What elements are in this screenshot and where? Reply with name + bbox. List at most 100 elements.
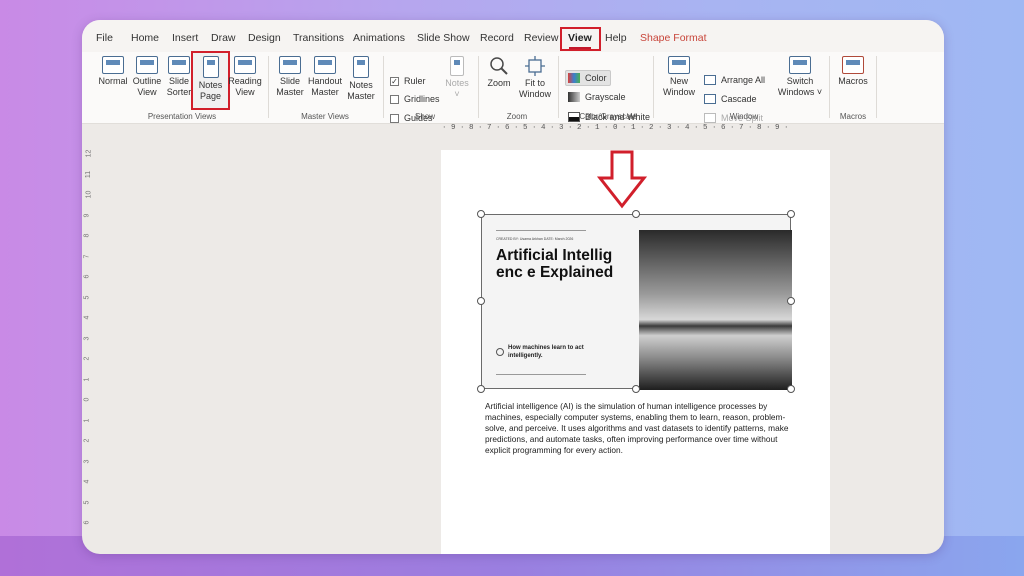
- notes-pane-label: Notes: [445, 78, 469, 88]
- tab-slide-show[interactable]: Slide Show: [417, 32, 470, 44]
- move-split-icon: [704, 113, 716, 123]
- ruler-tick-label: 3: [83, 336, 91, 340]
- ribbon-tabs: File Home Insert Draw Design Transitions…: [82, 20, 944, 52]
- separator: [383, 56, 384, 118]
- tab-file[interactable]: File: [96, 32, 113, 44]
- separator: [268, 56, 269, 118]
- new-window-icon: [668, 56, 690, 74]
- presentation-views-group-label: Presentation Views: [147, 112, 217, 121]
- color-swatch-icon: [568, 73, 580, 83]
- tab-shape-format[interactable]: Shape Format: [640, 32, 707, 44]
- slide-master-button[interactable]: Slide Master: [273, 56, 307, 98]
- resize-handle[interactable]: [477, 210, 485, 218]
- zoom-group-label: Zoom: [506, 112, 528, 121]
- slide-master-icon: [279, 56, 301, 74]
- macros-icon: [842, 56, 864, 74]
- slide-thumbnail[interactable]: CREATED BY: Usama Arkhan DATE: March 202…: [477, 210, 795, 393]
- tab-transitions[interactable]: Transitions: [293, 32, 344, 44]
- slide-master-label-1: Slide: [279, 76, 300, 86]
- color-button[interactable]: Color: [568, 73, 607, 83]
- handout-master-button[interactable]: Handout Master: [306, 56, 344, 98]
- grayscale-button[interactable]: Grayscale: [568, 92, 626, 102]
- zoom-button[interactable]: Zoom: [482, 56, 516, 89]
- separator: [558, 56, 559, 118]
- resize-handle[interactable]: [632, 385, 640, 393]
- chevron-down-icon: ˅: [454, 89, 460, 99]
- slide-divider: [496, 374, 586, 375]
- ruler-tick-label: 5: [83, 295, 91, 299]
- arrange-all-icon: [704, 75, 716, 85]
- notes-master-button[interactable]: Notes Master: [343, 56, 379, 102]
- switch-windows-icon: [789, 56, 811, 74]
- resize-handle[interactable]: [477, 297, 485, 305]
- ruler-tick-label: 6: [83, 274, 91, 279]
- tab-animations[interactable]: Animations: [353, 32, 405, 44]
- tab-design[interactable]: Design: [248, 32, 281, 44]
- notes-master-label-1: Notes: [349, 80, 373, 90]
- new-window-button[interactable]: New Window: [660, 56, 698, 98]
- tab-review[interactable]: Review: [524, 32, 558, 44]
- normal-view-icon: [102, 56, 124, 74]
- ruler-label: Ruler: [404, 76, 426, 86]
- tab-record[interactable]: Record: [480, 32, 514, 44]
- ruler-tick-label: 5: [83, 500, 91, 504]
- reading-view-label-2: View: [235, 87, 255, 97]
- grayscale-swatch-icon: [568, 92, 580, 102]
- resize-handle[interactable]: [632, 210, 640, 218]
- normal-view-button[interactable]: Normal: [96, 56, 130, 87]
- arrange-all-button[interactable]: Arrange All: [704, 75, 765, 85]
- separator: [653, 56, 654, 118]
- outline-view-icon: [136, 56, 158, 74]
- resize-handle[interactable]: [787, 385, 795, 393]
- tab-draw[interactable]: Draw: [211, 32, 236, 44]
- ruler-tick-label: 3: [83, 459, 91, 463]
- tab-insert[interactable]: Insert: [172, 32, 198, 44]
- slide-sorter-icon: [168, 56, 190, 74]
- circle-icon: [496, 348, 504, 356]
- reading-view-button[interactable]: Reading View: [228, 56, 262, 98]
- magnifier-icon: [490, 57, 508, 75]
- view-tab-highlight-box: [560, 27, 601, 51]
- fit-to-window-button[interactable]: Fit to Window: [516, 56, 554, 100]
- resize-handle[interactable]: [787, 297, 795, 305]
- notes-page-icon: [202, 56, 219, 78]
- switch-windows-button[interactable]: Switch Windows ˅: [776, 56, 824, 98]
- show-group-label: Show: [414, 112, 435, 121]
- gridlines-checkbox[interactable]: Gridlines: [390, 94, 440, 104]
- outline-view-button[interactable]: Outline View: [130, 56, 164, 98]
- notes-pane-button[interactable]: Notes ˅: [442, 56, 472, 100]
- ruler-tick-label: 4: [83, 479, 91, 484]
- color-grayscale-group-label: Color/Grayscale: [579, 112, 637, 121]
- fit-to-window-label-1: Fit to: [524, 78, 545, 88]
- switch-windows-label-2: Windows ˅: [777, 87, 823, 97]
- macros-button[interactable]: Macros: [834, 56, 872, 87]
- cascade-button[interactable]: Cascade: [704, 94, 757, 104]
- notes-master-icon: [353, 56, 369, 78]
- horizontal-ruler[interactable]: · 9 · 8 · 7 · 6 · 5 · 4 · 3 · 2 · 1 · 0 …: [442, 124, 832, 136]
- ruler-checkbox[interactable]: ✓ Ruler: [390, 76, 426, 86]
- slide-master-label-2: Master: [276, 87, 304, 97]
- checkbox-box: [390, 113, 399, 123]
- ruler-tick-label: 2: [83, 438, 91, 443]
- vertical-ruler[interactable]: 12 11 10 9 8 7 6 5 4 3 2 1 0 1 2 3 4 5 6: [82, 150, 94, 554]
- tab-help[interactable]: Help: [605, 32, 627, 44]
- macros-group-label: Macros: [839, 112, 867, 121]
- switch-windows-label-1: Switch: [786, 76, 814, 86]
- resize-handle[interactable]: [787, 210, 795, 218]
- notes-pane-icon: [450, 56, 464, 76]
- window-group-label: Window: [729, 112, 759, 121]
- tab-home[interactable]: Home: [131, 32, 159, 44]
- checkbox-box: [390, 94, 399, 104]
- resize-handle[interactable]: [477, 385, 485, 393]
- slide-divider: [496, 230, 586, 231]
- separator: [829, 56, 830, 118]
- slide-title: Artificial Intelligenc e Explained: [496, 247, 614, 281]
- ruler-tick-label: 1: [83, 418, 91, 422]
- ruler-tick-label: 0: [83, 397, 91, 402]
- speaker-notes-text[interactable]: Artificial intelligence (AI) is the simu…: [485, 401, 795, 456]
- notes-page: CREATED BY: Usama Arkhan DATE: March 202…: [441, 150, 830, 554]
- separator: [876, 56, 877, 118]
- notes-page-button[interactable]: Notes Page: [193, 56, 228, 102]
- notes-page-label-2: Page: [199, 91, 222, 101]
- gridlines-label: Gridlines: [404, 94, 440, 104]
